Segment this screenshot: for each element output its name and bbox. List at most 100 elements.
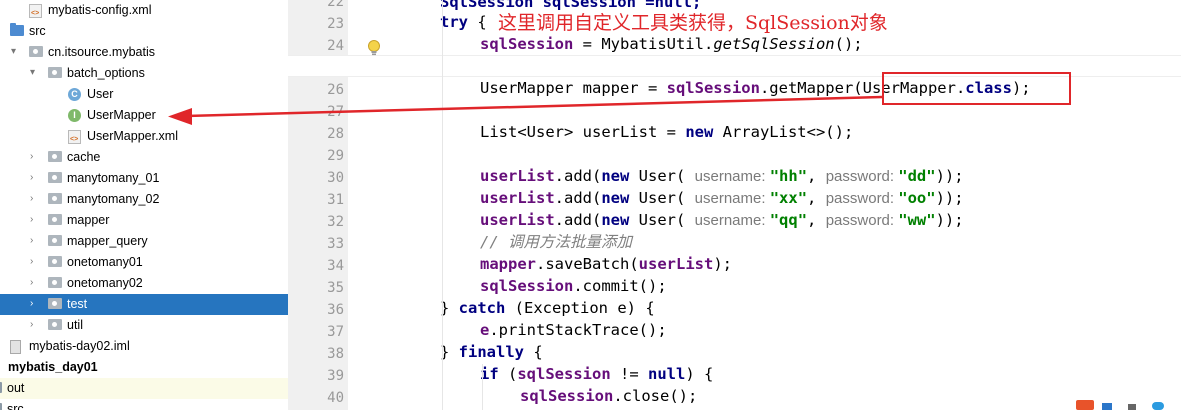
code-line-39[interactable]: if (sqlSession != null) {: [480, 363, 713, 385]
tree-item[interactable]: out: [0, 378, 288, 399]
line-number: 32: [327, 214, 344, 230]
package-icon: [29, 46, 43, 57]
package-icon: [48, 235, 62, 246]
annotation-text: 这里调用自定义工具类获得，SqlSession对象: [498, 12, 888, 34]
tree-item-label: onetomany02: [67, 276, 143, 290]
chevron-right-icon[interactable]: ›: [30, 319, 40, 331]
code-line-33[interactable]: // 调用方法批量添加: [480, 231, 632, 253]
line-number: 40: [327, 390, 344, 406]
indent-guide: [482, 364, 483, 410]
line-number: 23: [327, 16, 344, 32]
tree-item[interactable]: ▾ batch_options: [0, 63, 288, 84]
tree-item[interactable]: mybatis-day02.iml: [0, 336, 288, 357]
package-icon: [48, 277, 62, 288]
code-line-36[interactable]: } catch (Exception e) {: [440, 297, 655, 319]
tree-item-label: UserMapper: [87, 108, 156, 122]
tree-item[interactable]: src: [0, 21, 288, 42]
package-icon: [48, 193, 62, 204]
package-icon: [48, 172, 62, 183]
chevron-right-icon[interactable]: ›: [30, 277, 40, 289]
tree-item-label: cache: [67, 150, 101, 164]
line-number: 30: [327, 170, 344, 186]
tree-item[interactable]: › mapper_query: [0, 231, 288, 252]
line-number: 35: [327, 280, 344, 296]
chevron-down-icon[interactable]: ▾: [30, 67, 40, 79]
tree-item-label: cn.itsource.mybatis: [48, 45, 155, 59]
code-line-35[interactable]: sqlSession.commit();: [480, 275, 667, 297]
xml-file-icon: [29, 4, 42, 18]
intention-bulb-icon[interactable]: [367, 39, 381, 57]
source-folder-icon: [10, 23, 24, 36]
package-icon: [48, 256, 62, 267]
system-tray-icons: [1076, 400, 1164, 410]
tree-item-label: batch_options: [67, 66, 145, 80]
package-icon: [48, 151, 62, 162]
code-line-28[interactable]: List<User> userList = new ArrayList<>();: [480, 121, 853, 143]
folder-icon: [0, 382, 2, 393]
code-line-37[interactable]: e.printStackTrace();: [480, 319, 667, 341]
chevron-right-icon[interactable]: ›: [30, 214, 40, 226]
chevron-down-icon[interactable]: ▾: [11, 46, 21, 58]
tree-item-label: User: [87, 87, 114, 101]
tree-item-label: mybatis-day02.iml: [29, 339, 130, 353]
indent-guide: [442, 0, 443, 410]
tree-item-label: manytomany_02: [67, 192, 160, 206]
tree-item[interactable]: C User: [0, 84, 288, 105]
tree-item[interactable]: › mapper: [0, 210, 288, 231]
line-number: 24: [327, 38, 344, 54]
code-line-30[interactable]: userList.add(new User( username: "hh", p…: [480, 165, 964, 188]
tree-item-label: util: [67, 318, 83, 332]
folder-icon: [0, 403, 2, 410]
line-number: 31: [327, 192, 344, 208]
tree-item[interactable]: I UserMapper: [0, 105, 288, 126]
highlight-box: [882, 72, 1071, 105]
code-line-34[interactable]: mapper.saveBatch(userList);: [480, 253, 732, 275]
tree-item-label: mybatis-config.xml: [48, 3, 152, 17]
code-line-24[interactable]: sqlSession = MybatisUtil.getSqlSession()…: [480, 33, 863, 55]
chevron-right-icon[interactable]: ›: [30, 151, 40, 163]
chevron-right-icon[interactable]: ›: [30, 172, 40, 184]
chevron-right-icon[interactable]: ›: [30, 298, 40, 310]
chevron-right-icon[interactable]: ›: [30, 256, 40, 268]
chevron-right-icon[interactable]: ›: [30, 193, 40, 205]
line-number: 27: [327, 104, 344, 120]
interface-icon: I: [68, 109, 81, 122]
tree-item[interactable]: › onetomany02: [0, 273, 288, 294]
package-icon: [48, 298, 62, 309]
xml-file-icon: [68, 130, 81, 144]
package-icon: [48, 319, 62, 330]
code-line-31[interactable]: userList.add(new User( username: "xx", p…: [480, 187, 964, 210]
tree-item-label: src: [29, 24, 46, 38]
package-icon: [48, 67, 62, 78]
tree-item[interactable]: ▾ cn.itsource.mybatis: [0, 42, 288, 63]
tree-item[interactable]: › manytomany_01: [0, 168, 288, 189]
code-line-32[interactable]: userList.add(new User( username: "qq", p…: [480, 209, 964, 232]
tree-item[interactable]: UserMapper.xml: [0, 126, 288, 147]
line-number: 39: [327, 368, 344, 384]
code-line-40[interactable]: sqlSession.close();: [520, 385, 697, 407]
tree-item[interactable]: › manytomany_02: [0, 189, 288, 210]
tree-item[interactable]: › test: [0, 294, 288, 315]
code-line-23[interactable]: try {: [440, 11, 487, 33]
line-number: 29: [327, 148, 344, 164]
tree-item[interactable]: mybatis_day01: [0, 357, 288, 378]
tree-item-label: mapper_query: [67, 234, 148, 248]
package-icon: [48, 214, 62, 225]
tree-item[interactable]: › onetomany01: [0, 252, 288, 273]
module-file-icon: [10, 340, 21, 354]
tree-item-label: onetomany01: [67, 255, 143, 269]
tree-item[interactable]: › util: [0, 315, 288, 336]
chevron-right-icon[interactable]: ›: [30, 235, 40, 247]
code-line-38[interactable]: } finally {: [440, 341, 543, 363]
line-number: 26: [327, 82, 344, 98]
tree-item[interactable]: › cache: [0, 147, 288, 168]
tree-item-label: test: [67, 297, 88, 311]
tree-item[interactable]: mybatis-config.xml: [0, 0, 288, 21]
tree-item-label: UserMapper.xml: [87, 129, 178, 143]
tree-item-label: src: [7, 402, 24, 410]
tree-item[interactable]: src: [0, 399, 288, 410]
tree-item-label: out: [7, 381, 25, 395]
class-icon: C: [68, 88, 81, 101]
line-number: 37: [327, 324, 344, 340]
tree-item-label: mapper: [67, 213, 110, 227]
